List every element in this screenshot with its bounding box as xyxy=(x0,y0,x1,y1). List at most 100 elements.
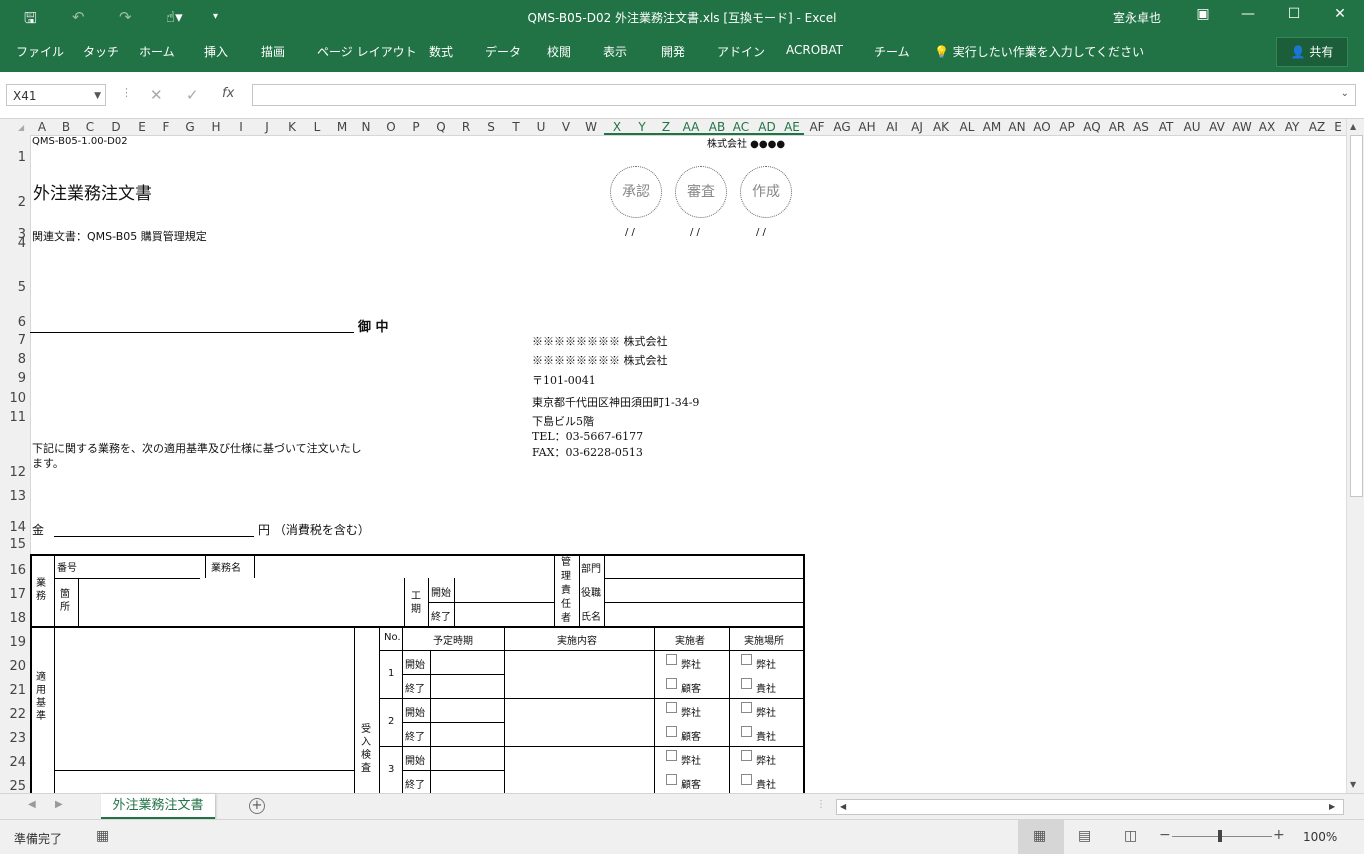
cancel-icon[interactable]: ✕ xyxy=(150,86,163,104)
row-header[interactable]: 10 xyxy=(9,391,26,406)
column-header[interactable]: X xyxy=(605,120,629,134)
column-header[interactable]: P xyxy=(404,120,428,134)
tab-acrobat[interactable]: ACROBAT xyxy=(786,43,843,57)
column-header[interactable]: T xyxy=(504,120,528,134)
row-header[interactable]: 2 xyxy=(18,195,26,210)
tab-developer[interactable]: 開発 xyxy=(661,43,685,60)
column-header[interactable]: U xyxy=(529,120,553,134)
share-button[interactable]: 👤 共有 xyxy=(1276,37,1348,67)
prev-sheet-icon[interactable]: ◀ xyxy=(28,799,36,810)
column-header[interactable]: E xyxy=(1326,120,1346,134)
tab-formulas[interactable]: 数式 xyxy=(429,43,453,60)
column-header[interactable]: D xyxy=(104,120,128,134)
row-header[interactable]: 7 xyxy=(18,333,26,348)
column-header[interactable]: AC xyxy=(729,120,753,134)
row-header[interactable]: 13 xyxy=(9,489,26,504)
zoom-slider[interactable] xyxy=(1172,836,1272,837)
checkbox-row2-kokyaku[interactable] xyxy=(666,726,677,737)
name-box[interactable]: X41 ▼ xyxy=(6,84,106,106)
column-header[interactable]: AE xyxy=(780,120,804,134)
column-header[interactable]: AU xyxy=(1180,120,1204,134)
column-header[interactable]: G xyxy=(178,120,202,134)
column-header[interactable]: AD xyxy=(755,120,779,134)
checkbox-row3-place-heisha[interactable] xyxy=(741,750,752,761)
zoom-slider-knob[interactable] xyxy=(1218,830,1222,842)
column-header[interactable]: AP xyxy=(1055,120,1079,134)
column-header[interactable]: K xyxy=(280,120,304,134)
row-header[interactable]: 1 xyxy=(18,150,26,165)
checkbox-row3-place-kisha[interactable] xyxy=(741,774,752,785)
tab-file[interactable]: ファイル xyxy=(16,43,64,60)
column-header[interactable]: H xyxy=(204,120,228,134)
ribbon-display-icon[interactable]: ▣ xyxy=(1188,6,1218,22)
checkbox-row3-kokyaku[interactable] xyxy=(666,774,677,785)
sheet-tab-active[interactable]: 外注業務注文書 xyxy=(101,794,215,820)
column-header[interactable]: S xyxy=(479,120,503,134)
tab-page-layout[interactable]: ページ レイアウト xyxy=(317,43,417,60)
column-header[interactable]: AO xyxy=(1030,120,1054,134)
column-header[interactable]: Y xyxy=(630,120,654,134)
column-header[interactable]: C xyxy=(78,120,102,134)
tab-view[interactable]: 表示 xyxy=(603,43,627,60)
row-header[interactable]: 11 xyxy=(9,410,26,425)
row-header[interactable]: 4 xyxy=(18,236,26,251)
column-header[interactable]: AT xyxy=(1154,120,1178,134)
checkbox-row1-place-heisha[interactable] xyxy=(741,654,752,665)
vertical-scrollbar[interactable]: ▲ ▼ xyxy=(1346,119,1364,793)
column-header[interactable]: AM xyxy=(980,120,1004,134)
column-header[interactable]: AY xyxy=(1280,120,1304,134)
column-header[interactable]: AS xyxy=(1129,120,1153,134)
column-header[interactable]: V xyxy=(554,120,578,134)
row-header[interactable]: 9 xyxy=(18,371,26,386)
chevron-down-icon[interactable]: ▼ xyxy=(94,85,101,107)
column-header[interactable]: O xyxy=(379,120,403,134)
row-header[interactable]: 23 xyxy=(9,731,26,746)
vertical-scroll-thumb[interactable] xyxy=(1350,135,1363,497)
column-header[interactable]: AF xyxy=(805,120,829,134)
formula-input[interactable]: ⌄ xyxy=(252,84,1356,106)
scroll-up-icon[interactable]: ▲ xyxy=(1350,122,1356,131)
checkbox-row1-place-kisha[interactable] xyxy=(741,678,752,689)
enter-icon[interactable]: ✓ xyxy=(186,86,199,104)
page-layout-view-icon[interactable]: ▤ xyxy=(1078,828,1091,844)
checkbox-row2-place-kisha[interactable] xyxy=(741,726,752,737)
tab-review[interactable]: 校閲 xyxy=(547,43,571,60)
normal-view-icon[interactable]: ▦ xyxy=(1033,828,1046,844)
add-sheet-icon[interactable]: + xyxy=(249,798,265,814)
row-header[interactable]: 6 xyxy=(18,315,26,330)
insert-function-button[interactable]: fx xyxy=(222,86,234,101)
row-header[interactable]: 15 xyxy=(9,537,26,552)
row-header[interactable]: 22 xyxy=(9,707,26,722)
minimize-button[interactable]: — xyxy=(1233,6,1263,22)
column-header[interactable]: W xyxy=(579,120,603,134)
horizontal-scrollbar[interactable]: ◀ ▶ xyxy=(836,799,1344,815)
row-header[interactable]: 20 xyxy=(9,659,26,674)
checkbox-row2-place-heisha[interactable] xyxy=(741,702,752,713)
column-header[interactable]: N xyxy=(354,120,378,134)
sheet-content[interactable]: QMS-B05-1.00-D02 株式会社 ●●●● 外注業務注文書 関連文書：… xyxy=(30,135,1346,793)
column-header[interactable]: AV xyxy=(1205,120,1229,134)
next-sheet-icon[interactable]: ▶ xyxy=(55,799,63,810)
tab-touch[interactable]: タッチ xyxy=(83,43,119,60)
close-button[interactable]: ✕ xyxy=(1325,6,1355,22)
column-header[interactable]: M xyxy=(330,120,354,134)
scroll-left-icon[interactable]: ◀ xyxy=(840,802,846,811)
column-header[interactable]: AR xyxy=(1105,120,1129,134)
tell-me-search[interactable]: 💡 実行したい作業を入力してください xyxy=(934,43,1144,60)
column-header[interactable]: A xyxy=(30,120,54,134)
checkbox-row3-heisha[interactable] xyxy=(666,750,677,761)
checkbox-row2-heisha[interactable] xyxy=(666,702,677,713)
column-header[interactable]: B xyxy=(54,120,78,134)
checkbox-row1-heisha[interactable] xyxy=(666,654,677,665)
tab-draw[interactable]: 描画 xyxy=(261,43,285,60)
page-break-view-icon[interactable]: ◫ xyxy=(1124,828,1137,844)
column-header[interactable]: AJ xyxy=(905,120,929,134)
tab-insert[interactable]: 挿入 xyxy=(204,43,228,60)
column-header[interactable]: AK xyxy=(929,120,953,134)
checkbox-row1-kokyaku[interactable] xyxy=(666,678,677,689)
row-header[interactable]: 16 xyxy=(9,563,26,578)
column-header[interactable]: L xyxy=(305,120,329,134)
column-header[interactable]: R xyxy=(454,120,478,134)
tab-home[interactable]: ホーム xyxy=(139,43,175,60)
select-all-corner[interactable]: ◢ xyxy=(18,123,24,132)
